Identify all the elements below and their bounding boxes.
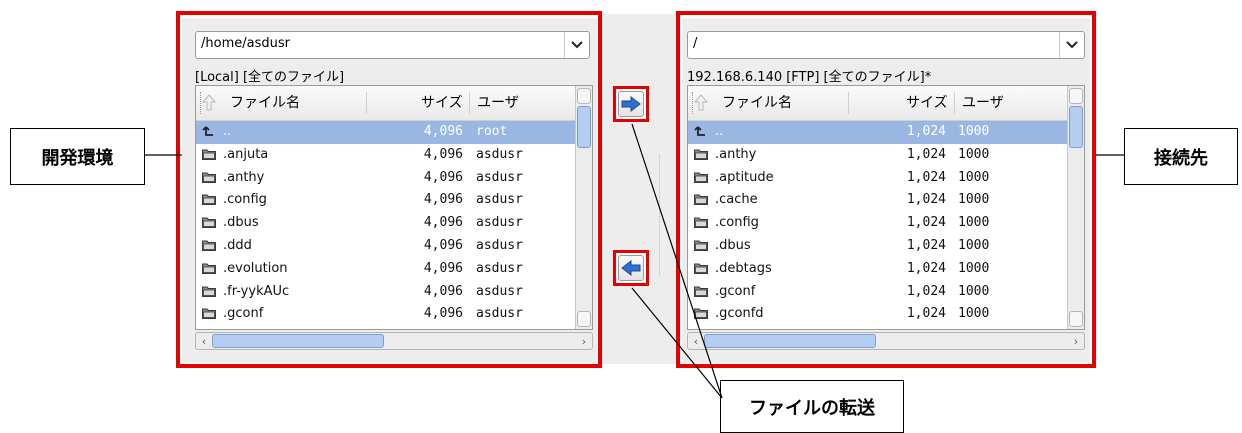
callout-connectors <box>145 123 1124 399</box>
